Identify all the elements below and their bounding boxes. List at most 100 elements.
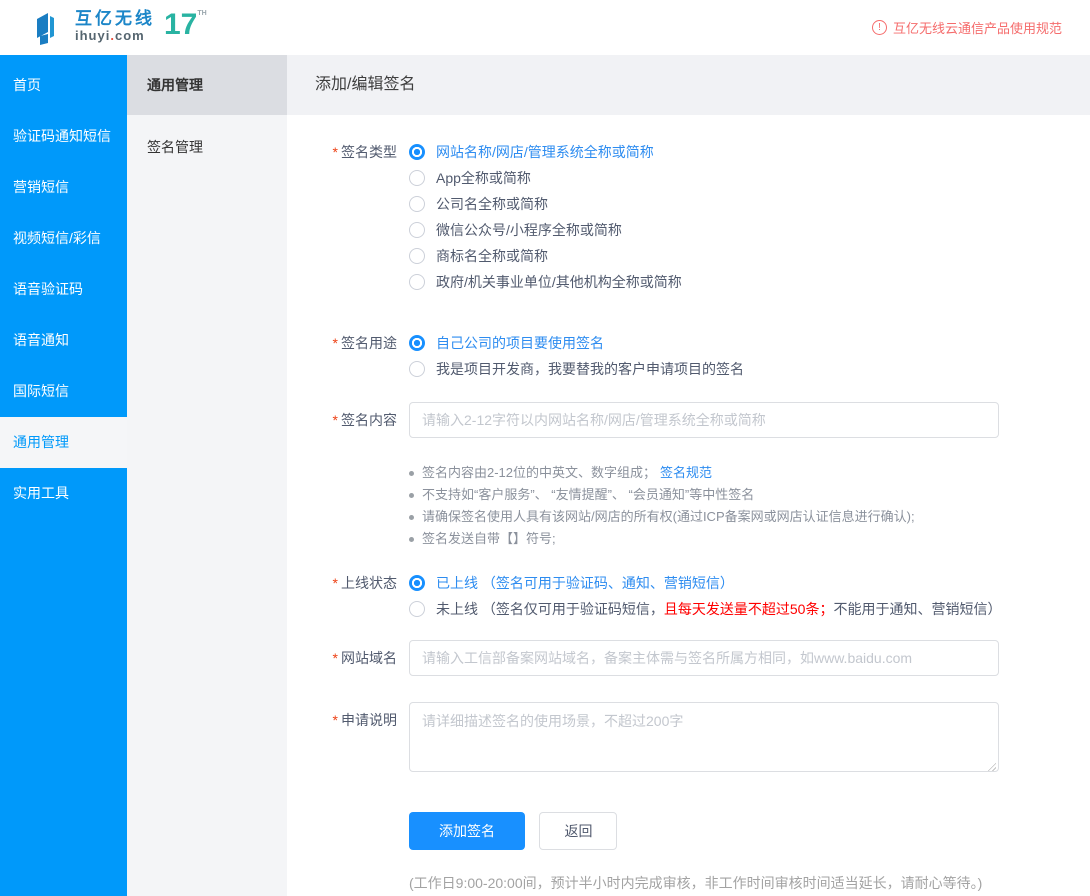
sidebar-item-voice-code[interactable]: 语音验证码 <box>0 264 127 315</box>
type-option-wechat[interactable]: 微信公众号/小程序全称或简称 <box>409 217 682 243</box>
online-status-options: 已上线 （签名可用于验证码、通知、营销短信） 未上线 （签名仅可用于验证码短信，… <box>409 570 1001 622</box>
required-asterisk: * <box>333 144 338 160</box>
status-offline-pre: 未上线 （签名仅可用于验证码短信， <box>436 601 664 617</box>
usage-option-own[interactable]: 自己公司的项目要使用签名 <box>409 330 744 356</box>
logo[interactable]: 互亿无线 ihuyi.com 17TH <box>34 10 207 46</box>
primary-sidebar: 首页 验证码通知短信 营销短信 视频短信/彩信 语音验证码 语音通知 国际短信 … <box>0 55 127 896</box>
signature-type-label: *签名类型 <box>299 139 397 165</box>
signature-usage-label-text: 签名用途 <box>341 335 397 351</box>
info-circle-icon: ! <box>872 20 887 35</box>
signature-notes: 签名内容由2-12位的中英文、数字组成； 签名规范 不支持如“客户服务”、 “友… <box>409 462 915 550</box>
bullet-icon <box>409 515 414 520</box>
submenu-item-signature-mgmt[interactable]: 签名管理 <box>127 127 287 167</box>
sidebar-item-intl-sms[interactable]: 国际短信 <box>0 366 127 417</box>
status-offline-label: 未上线 （签名仅可用于验证码短信，且每天发送量不超过50条；不能用于通知、营销短… <box>436 599 1001 619</box>
application-description-row: *申请说明 <box>299 702 1090 777</box>
type-option-label: 公司名全称或简称 <box>436 194 548 214</box>
usage-option-label: 自己公司的项目要使用签名 <box>436 333 604 353</box>
sidebar-item-video-mms[interactable]: 视频短信/彩信 <box>0 213 127 264</box>
signature-content-input[interactable] <box>409 402 999 438</box>
logo-en-post: com <box>115 28 145 43</box>
status-option-offline[interactable]: 未上线 （签名仅可用于验证码短信，且每天发送量不超过50条；不能用于通知、营销短… <box>409 596 1001 622</box>
usage-option-label: 我是项目开发商，我要替我的客户申请项目的签名 <box>436 359 744 379</box>
status-offline-post: 不能用于通知、营销短信） <box>833 601 1001 617</box>
radio-checked-icon[interactable] <box>409 144 425 160</box>
radio-checked-icon[interactable] <box>409 575 425 591</box>
signature-content-label: *签名内容 <box>299 402 397 438</box>
online-status-row: *上线状态 已上线 （签名可用于验证码、通知、营销短信） 未上线 （签名仅可用于… <box>299 570 1090 622</box>
sidebar-item-voice-notify[interactable]: 语音通知 <box>0 315 127 366</box>
signature-form: *签名类型 网站名称/网店/管理系统全称或简称 App全称或简称 公司名全称或简… <box>287 115 1090 893</box>
radio-icon[interactable] <box>409 601 425 617</box>
note-item: 请确保签名使用人具有该网站/网店的所有权(通过ICP备案网或网店认证信息进行确认… <box>409 506 915 528</box>
note-text: 签名内容由2-12位的中英文、数字组成； <box>422 462 656 484</box>
type-option-app[interactable]: App全称或简称 <box>409 165 682 191</box>
type-option-label: 微信公众号/小程序全称或简称 <box>436 220 622 240</box>
required-asterisk: * <box>333 712 338 728</box>
application-description-label-text: 申请说明 <box>341 712 397 728</box>
note-text: 签名发送自带【】符号; <box>422 528 556 550</box>
back-button[interactable]: 返回 <box>539 812 617 850</box>
status-online-label: 已上线 （签名可用于验证码、通知、营销短信） <box>436 573 734 593</box>
radio-icon[interactable] <box>409 248 425 264</box>
required-asterisk: * <box>333 575 338 591</box>
note-item: 签名内容由2-12位的中英文、数字组成； 签名规范 <box>409 462 915 484</box>
sidebar-item-tools[interactable]: 实用工具 <box>0 468 127 519</box>
logo-en: ihuyi.com <box>75 29 155 42</box>
type-option-label: 网站名称/网店/管理系统全称或简称 <box>436 142 654 162</box>
form-actions-row: 添加签名 返回 <box>299 812 1090 850</box>
sidebar-item-marketing-sms[interactable]: 营销短信 <box>0 162 127 213</box>
bullet-icon <box>409 471 414 476</box>
required-asterisk: * <box>333 650 338 666</box>
application-description-textarea[interactable] <box>409 702 999 772</box>
signature-content-label-text: 签名内容 <box>341 412 397 428</box>
logo-text: 互亿无线 ihuyi.com <box>75 10 155 42</box>
radio-icon[interactable] <box>409 222 425 238</box>
type-option-label: 政府/机关事业单位/其他机构全称或简称 <box>436 272 682 292</box>
status-offline-limit-warning: 且每天发送量不超过50条； <box>664 601 834 617</box>
sidebar-item-general-mgmt[interactable]: 通用管理 <box>0 417 127 468</box>
required-asterisk: * <box>333 412 338 428</box>
page-title: 添加/编辑签名 <box>287 55 1090 115</box>
logo-cn: 互亿无线 <box>75 10 155 27</box>
website-domain-input[interactable] <box>409 640 999 676</box>
type-option-website[interactable]: 网站名称/网店/管理系统全称或简称 <box>409 139 682 165</box>
website-domain-label-text: 网站域名 <box>341 650 397 666</box>
type-option-label: App全称或简称 <box>436 168 531 188</box>
signature-rules-link[interactable]: 签名规范 <box>660 462 712 484</box>
radio-icon[interactable] <box>409 170 425 186</box>
radio-icon[interactable] <box>409 196 425 212</box>
status-option-online[interactable]: 已上线 （签名可用于验证码、通知、营销短信） <box>409 570 1001 596</box>
submenu-header: 通用管理 <box>127 55 287 115</box>
signature-notes-row: 签名内容由2-12位的中英文、数字组成； 签名规范 不支持如“客户服务”、 “友… <box>299 462 1090 550</box>
usage-option-developer[interactable]: 我是项目开发商，我要替我的客户申请项目的签名 <box>409 356 744 382</box>
radio-icon[interactable] <box>409 274 425 290</box>
note-item: 不支持如“客户服务”、 “友情提醒”、 “会员通知”等中性签名 <box>409 484 915 506</box>
add-signature-button[interactable]: 添加签名 <box>409 812 525 850</box>
bullet-icon <box>409 493 414 498</box>
required-asterisk: * <box>333 335 338 351</box>
application-description-label: *申请说明 <box>299 702 397 738</box>
note-item: 签名发送自带【】符号; <box>409 528 915 550</box>
website-domain-row: *网站域名 <box>299 640 1090 676</box>
online-status-label-text: 上线状态 <box>341 575 397 591</box>
type-option-trademark[interactable]: 商标名全称或简称 <box>409 243 682 269</box>
signature-type-options: 网站名称/网店/管理系统全称或简称 App全称或简称 公司名全称或简称 微信公众… <box>409 139 682 295</box>
secondary-sidebar: 通用管理 签名管理 <box>127 55 287 896</box>
signature-usage-label: *签名用途 <box>299 330 397 356</box>
logo-en-pre: ihuyi <box>75 28 110 43</box>
radio-icon[interactable] <box>409 361 425 377</box>
radio-checked-icon[interactable] <box>409 335 425 351</box>
logo-anniversary-number: 17 <box>164 8 197 41</box>
signature-content-row: *签名内容 <box>299 402 1090 438</box>
signature-usage-row: *签名用途 自己公司的项目要使用签名 我是项目开发商，我要替我的客户申请项目的签… <box>299 330 1090 382</box>
type-option-government[interactable]: 政府/机关事业单位/其他机构全称或简称 <box>409 269 682 295</box>
usage-policy-link[interactable]: ! 互亿无线云通信产品使用规范 <box>872 18 1062 37</box>
sidebar-item-home[interactable]: 首页 <box>0 60 127 111</box>
logo-anniversary: 17TH <box>164 10 207 40</box>
sidebar-item-verify-sms[interactable]: 验证码通知短信 <box>0 111 127 162</box>
note-text: 不支持如“客户服务”、 “友情提醒”、 “会员通知”等中性签名 <box>422 484 754 506</box>
type-option-company[interactable]: 公司名全称或简称 <box>409 191 682 217</box>
signature-content-field <box>409 402 999 438</box>
online-status-label: *上线状态 <box>299 570 397 596</box>
